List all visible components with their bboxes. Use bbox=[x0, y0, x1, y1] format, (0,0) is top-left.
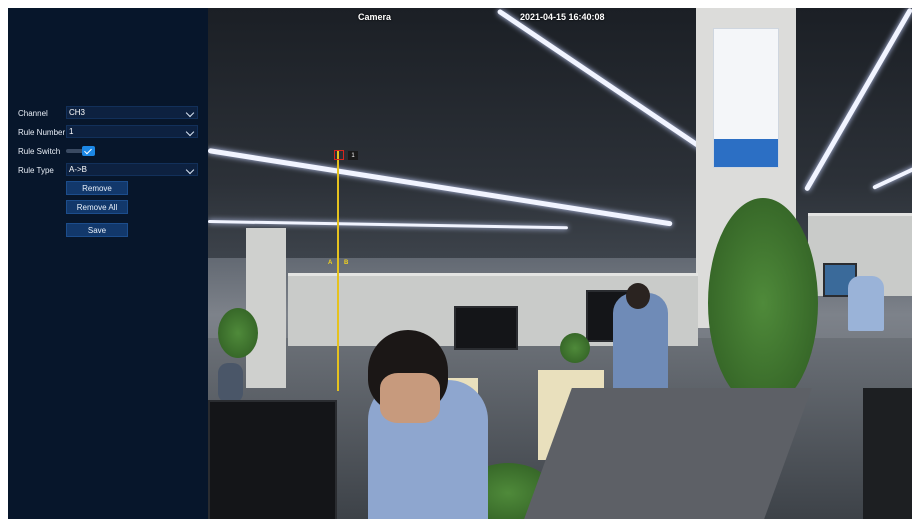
channel-row: Channel bbox=[18, 106, 66, 120]
crossing-line[interactable] bbox=[337, 151, 339, 391]
foreground-monitor bbox=[208, 400, 337, 519]
person-head bbox=[626, 283, 650, 309]
poster-band bbox=[714, 139, 778, 167]
direction-b-label: B bbox=[344, 260, 349, 266]
rule-type-value: A->B bbox=[69, 165, 88, 174]
chevron-down-icon bbox=[185, 108, 195, 118]
rule-settings-panel: Channel CH3 Rule Number 1 Rule Switch Ru… bbox=[8, 8, 208, 519]
poster bbox=[713, 28, 779, 168]
rule-type-select[interactable]: A->B bbox=[66, 163, 198, 176]
rule-number-label: Rule Number bbox=[18, 127, 66, 137]
remove-button[interactable]: Remove bbox=[66, 181, 128, 195]
timestamp: 2021-04-15 16:40:08 bbox=[520, 12, 605, 22]
app-frame: Channel CH3 Rule Number 1 Rule Switch Ru… bbox=[8, 8, 912, 519]
line-endpoint-handle[interactable] bbox=[334, 150, 344, 160]
rule-type-label: Rule Type bbox=[18, 165, 54, 175]
person bbox=[218, 363, 243, 403]
rule-number-tag: 1 bbox=[348, 151, 358, 160]
rule-number-value: 1 bbox=[69, 127, 74, 136]
direction-a-label: A bbox=[328, 260, 333, 266]
rule-number-row: Rule Number bbox=[18, 125, 66, 139]
camera-name: Camera bbox=[358, 12, 392, 22]
camera-live-view[interactable]: 1 A B Camera 2021-04-15 16:40:08 bbox=[208, 8, 912, 519]
person bbox=[848, 276, 884, 331]
plant bbox=[560, 333, 590, 363]
check-icon bbox=[82, 146, 95, 156]
pillar bbox=[246, 228, 286, 388]
channel-label: Channel bbox=[18, 108, 48, 118]
desk-partition bbox=[524, 388, 812, 519]
rule-switch-row: Rule Switch bbox=[18, 144, 66, 158]
rule-type-row: Rule Type bbox=[18, 163, 66, 177]
remove-all-button[interactable]: Remove All bbox=[66, 200, 128, 214]
rule-switch-label: Rule Switch bbox=[18, 146, 61, 156]
chevron-down-icon bbox=[185, 165, 195, 175]
person-face bbox=[380, 373, 440, 423]
plant bbox=[708, 198, 818, 408]
channel-value: CH3 bbox=[69, 108, 86, 117]
channel-select[interactable]: CH3 bbox=[66, 106, 198, 119]
rule-switch-toggle[interactable] bbox=[66, 146, 96, 156]
person bbox=[613, 293, 668, 403]
ceiling bbox=[208, 8, 912, 258]
chair bbox=[863, 388, 912, 519]
plant bbox=[218, 308, 258, 358]
chevron-down-icon bbox=[185, 127, 195, 137]
rule-number-select[interactable]: 1 bbox=[66, 125, 198, 138]
save-button[interactable]: Save bbox=[66, 223, 128, 237]
monitor bbox=[454, 306, 518, 350]
